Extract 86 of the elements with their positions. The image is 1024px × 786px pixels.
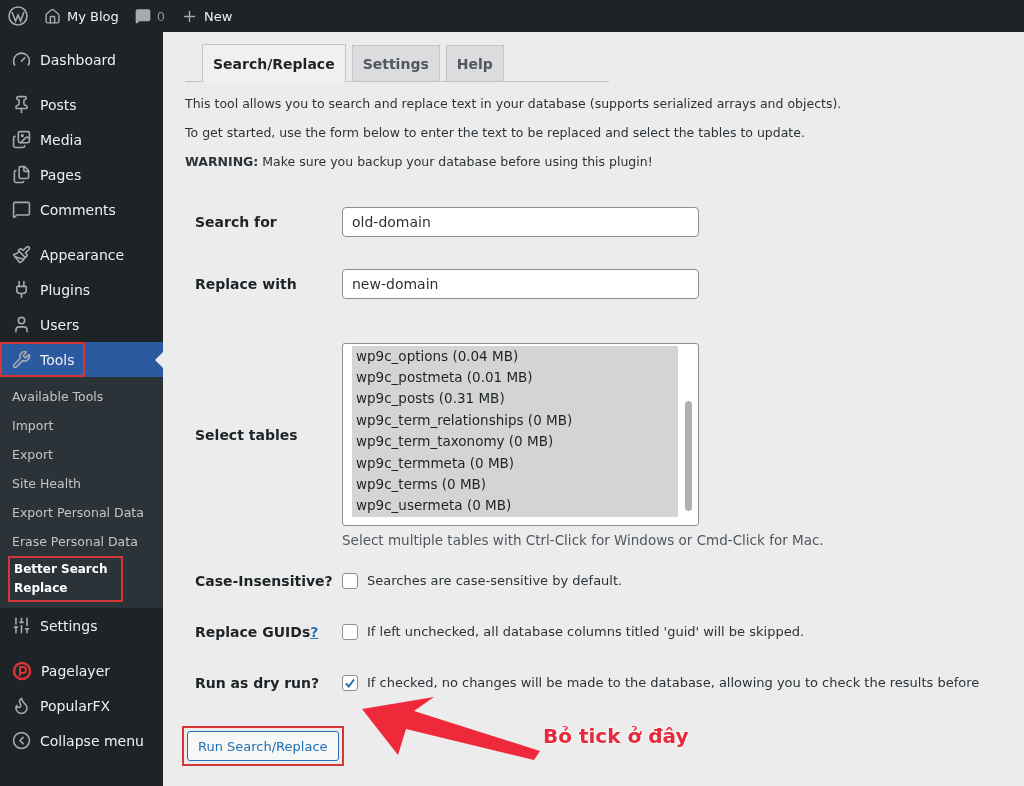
annotation-text: Bỏ tick ở đây [543,724,689,748]
table-option[interactable]: wp9c_term_relationships (0 MB) [352,409,678,432]
menu-item[interactable]: Users [0,307,163,342]
submenu-item[interactable]: Export Personal Data [0,498,163,527]
menu-label: Tools [40,351,75,368]
menu-item[interactable]: Collapse menu [0,723,163,758]
sliders-icon [12,616,31,635]
menu-item[interactable]: Media [0,122,163,157]
field-label: Replace GUIDs? [195,623,320,640]
checkbox-description: Searches are case-sensitive by default. [367,573,623,588]
menu-label: Plugins [40,281,91,298]
menu-label: Pages [40,166,82,183]
table-option[interactable]: wp9c_options (0.04 MB) [352,345,678,367]
new-link[interactable]: New [204,8,233,24]
intro-text: To get started, use the form below to enter the text to be replaced and select the tables to update. [185,125,806,140]
speech-bubble-icon [12,200,31,219]
intro-text: WARNING: Make sure you backup your database before using this plugin! [185,154,654,169]
menu-item[interactable]: Tools [0,342,163,377]
tab[interactable]: Search/Replace [202,44,346,82]
help-text: Select multiple tables with Ctrl-Click for Windows or Cmd-Click for Mac. [342,531,824,548]
menu-item[interactable]: Posts [0,87,163,122]
home-icon [44,7,61,25]
menu-item[interactable]: Pages [0,157,163,192]
input-field[interactable]: new-domain [342,269,699,299]
p-circle-icon [12,660,32,681]
checkbox-description: If checked, no changes will be made to the database, allowing you to check the results before [367,675,980,690]
speech-bubble-icon [134,8,151,24]
field-label: Run as dry run? [195,674,321,691]
checkbox[interactable] [342,623,358,640]
submenu-item[interactable]: Export [0,440,163,469]
comment-count[interactable]: 0 [156,8,166,24]
table-option[interactable]: wp9c_posts (0.31 MB) [352,388,678,410]
menu-label: PopularFX [40,697,111,714]
site-link[interactable]: My Blog [67,8,119,24]
menu-item[interactable]: Pagelayer [0,653,163,688]
menu-label: Posts [40,96,77,113]
table-listbox[interactable]: wp9c_options (0.04 MB) wp9c_postmeta (0.01 MB) wp9c_posts (0.31 MB) wp9c_term_relationships (0 MB) wp9c_term_taxonomy (0 MB) wp9c_termmeta (0 MB) wp9c_terms (0 MB) wp9c_usermeta (0 MB) [342,342,699,526]
table-option[interactable]: wp9c_termmeta (0 MB) [352,452,678,474]
menu-item[interactable]: Dashboard [0,42,163,77]
table-option[interactable]: wp9c_postmeta (0.01 MB) [352,366,678,389]
menu-label: Pagelayer [41,662,110,679]
submenu-item[interactable]: Available Tools [0,382,163,411]
field-label: Case-Insensitive? [195,572,334,589]
menu-label: Settings [40,617,98,634]
logo-icon[interactable] [8,6,28,26]
checkbox[interactable] [342,674,358,691]
flame-icon [12,696,31,715]
checkbox[interactable] [342,572,358,589]
submenu-item[interactable]: Better Search Replace [8,556,123,602]
pin-icon [12,95,31,114]
table-option[interactable]: wp9c_terms (0 MB) [352,473,678,496]
wrench-icon [12,350,31,369]
submenu-item[interactable]: Import [0,411,163,440]
table-option[interactable]: wp9c_term_taxonomy (0 MB) [352,431,678,453]
submenu-item[interactable]: Site Health [0,469,163,498]
menu-item[interactable]: Comments [0,192,163,227]
field-label: Select tables [195,427,299,443]
table-option[interactable]: wp9c_usermeta (0 MB) [352,495,678,517]
field-label: Replace with [195,276,298,292]
pages-icon [12,165,31,184]
field-label: Search for [195,214,278,230]
menu-label: Media [40,131,83,148]
tab[interactable]: Settings [351,45,440,81]
gauge-icon [12,50,31,69]
menu-label: Collapse menu [40,732,144,749]
menu-label: Comments [40,201,116,218]
input-field[interactable]: old-domain [342,207,699,237]
tab[interactable]: Help [445,45,504,81]
menu-item[interactable]: Appearance [0,237,163,272]
checkbox-description: If left unchecked, all database columns titled 'guid' will be skipped. [367,624,805,639]
paintbrush-icon [12,245,31,264]
help-link[interactable]: ? [310,623,319,640]
menu-item[interactable]: Plugins [0,272,163,307]
images-icon [12,130,31,149]
caret-icon [155,352,163,368]
intro-text: This tool allows you to search and replace text in your database (supports serialized arrays and objects). [185,96,843,111]
run-button[interactable]: Run Search/Replace [187,731,339,761]
submenu-item[interactable]: Erase Personal Data [0,527,163,556]
menu-label: Dashboard [40,51,116,68]
menu-item[interactable]: PopularFX [0,688,163,723]
user-icon [12,315,31,334]
left-arrow-circle-icon [12,731,31,750]
scrollbar-thumb[interactable] [684,400,692,511]
menu-label: Users [40,316,80,333]
menu-label: Appearance [40,246,125,263]
menu-item[interactable]: Settings [0,608,163,643]
